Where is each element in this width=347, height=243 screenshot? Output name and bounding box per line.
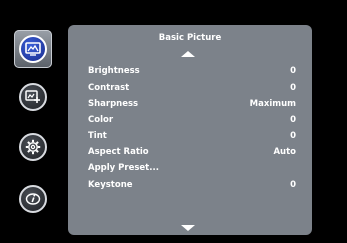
advanced-picture-icon (19, 83, 47, 111)
sidebar-item-basic-picture[interactable] (14, 30, 52, 68)
menu-sidebar (14, 30, 52, 230)
menu-item-label: Brightness (88, 66, 140, 76)
menu-item-value: Auto (273, 147, 296, 157)
basic-picture-icon (19, 35, 47, 63)
menu-item-brightness[interactable]: Brightness 0 (88, 64, 296, 78)
settings-gear-icon (19, 133, 47, 161)
menu-item-value: 0 (290, 131, 296, 141)
menu-item-sharpness[interactable]: Sharpness Maximum (88, 97, 296, 111)
menu-item-label: Sharpness (88, 99, 139, 109)
menu-item-value: 0 (290, 66, 296, 76)
sidebar-item-settings[interactable] (14, 128, 52, 166)
menu-item-value: 0 (290, 83, 296, 93)
menu-item-value: 0 (290, 115, 296, 125)
menu-item-color[interactable]: Color 0 (88, 113, 296, 127)
menu-item-label: Color (88, 115, 114, 125)
menu-item-label: Aspect Ratio (88, 147, 149, 157)
menu-title: Basic Picture (158, 33, 222, 43)
menu-item-value: Maximum (249, 99, 296, 109)
menu-item-tint[interactable]: Tint 0 (88, 129, 296, 143)
sidebar-item-information[interactable] (14, 180, 52, 218)
basic-picture-menu-panel: Basic Picture Brightness 0 Contrast 0 Sh… (68, 25, 312, 235)
scroll-up-arrow-icon[interactable] (181, 51, 195, 57)
osd-frame: Basic Picture Brightness 0 Contrast 0 Sh… (0, 0, 347, 243)
menu-item-apply-preset[interactable]: Apply Preset... (88, 161, 296, 175)
menu-item-label: Keystone (88, 180, 133, 190)
scroll-down-arrow-icon[interactable] (181, 225, 195, 231)
information-icon (19, 185, 47, 213)
sidebar-item-advanced-picture[interactable] (14, 78, 52, 116)
menu-item-aspect-ratio[interactable]: Aspect Ratio Auto (88, 145, 296, 159)
menu-item-label: Tint (88, 131, 107, 141)
menu-item-contrast[interactable]: Contrast 0 (88, 81, 296, 95)
menu-item-label: Apply Preset... (88, 163, 159, 173)
menu-item-value: 0 (290, 180, 296, 190)
menu-item-label: Contrast (88, 83, 130, 93)
menu-item-keystone[interactable]: Keystone 0 (88, 178, 296, 192)
